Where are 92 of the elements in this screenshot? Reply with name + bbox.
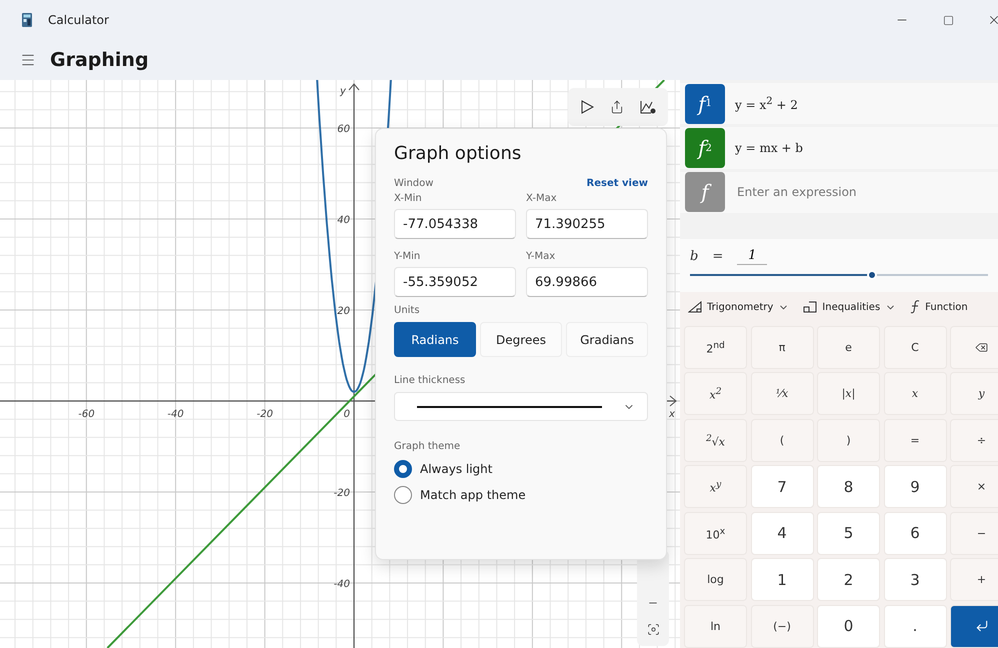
keypad-key[interactable]: x xyxy=(884,372,946,416)
axis-tick-label: 20 xyxy=(337,306,350,317)
keypad-key[interactable]: C xyxy=(884,326,946,369)
keypad-key[interactable]: 7 xyxy=(750,465,814,508)
keypad-key[interactable]: 0 xyxy=(817,604,880,648)
keypad-key[interactable]: ( xyxy=(750,418,814,462)
number-field[interactable]: -77.054338 xyxy=(394,209,516,239)
axis-tick-label: -40 xyxy=(334,578,350,590)
keypad-key[interactable]: − xyxy=(950,512,998,555)
keypad-key[interactable]: x$^{2}$ xyxy=(684,372,747,416)
keypad-key[interactable]: $^{2}$√x xyxy=(684,418,747,462)
radio-button[interactable] xyxy=(394,486,412,504)
share-icon[interactable] xyxy=(610,100,624,114)
keypad-key[interactable]: 1 xyxy=(750,558,814,602)
keypad-key[interactable]: + xyxy=(950,558,998,602)
axis-tick-label: -40 xyxy=(167,409,184,420)
axis-tick-label: -20 xyxy=(256,409,273,420)
maximize-icon[interactable] xyxy=(942,14,954,26)
number-field[interactable]: -55.359052 xyxy=(394,267,516,297)
field-label: Y-Min xyxy=(394,251,422,262)
enter-icon xyxy=(974,619,988,634)
function-expression: y = mx + b xyxy=(735,141,803,156)
axis-tick-label: 40 xyxy=(337,215,350,226)
keypad-key[interactable]: . xyxy=(884,604,946,648)
unit-toggle[interactable]: Degrees xyxy=(480,322,562,357)
keypad-key[interactable]: 2 xyxy=(817,558,880,602)
section-label: Window xyxy=(394,178,434,189)
unit-toggle[interactable]: Gradians xyxy=(566,322,648,357)
variable-slider[interactable] xyxy=(690,269,988,282)
reset-view-link[interactable]: Reset view xyxy=(586,178,648,189)
variable-value-field[interactable]: 1 xyxy=(737,247,768,266)
trace-icon[interactable] xyxy=(580,100,594,114)
axis-tick-label: -20 xyxy=(334,488,350,499)
enter-key[interactable] xyxy=(950,604,998,648)
section-label: Line thickness xyxy=(394,375,466,386)
page-title: Graphing xyxy=(50,49,149,71)
number-field[interactable]: 69.99866 xyxy=(526,267,648,297)
keypad-key[interactable]: |x| xyxy=(817,372,880,416)
keypad-key[interactable]: 3 xyxy=(884,558,946,602)
recenter-icon[interactable] xyxy=(646,623,660,636)
window-title: Calculator xyxy=(48,13,110,27)
function-icon xyxy=(910,300,920,314)
field-label: Y-Max xyxy=(526,251,556,262)
keypad-key[interactable]: = xyxy=(884,418,946,462)
keypad-key[interactable]: 9 xyxy=(884,465,946,508)
keypad-key[interactable]: 8 xyxy=(817,465,880,508)
axis-tick-label: 60 xyxy=(337,124,350,135)
keypad-key[interactable]: π xyxy=(750,326,814,369)
panel-title: Graph options xyxy=(394,143,522,164)
squares-icon xyxy=(803,301,818,314)
keypad-menu-button[interactable]: Function xyxy=(910,300,968,314)
variable-name: b xyxy=(690,248,698,264)
equals-sign: = xyxy=(712,248,724,264)
axis-label: y xyxy=(340,86,346,97)
radio-label: Match app theme xyxy=(420,488,526,502)
axis-label: x xyxy=(669,409,675,420)
line-thickness-dropdown[interactable] xyxy=(394,392,648,421)
slider-thumb[interactable] xyxy=(866,270,877,280)
keypad-key[interactable]: ln xyxy=(684,604,747,648)
axis-tick-label: 0 xyxy=(344,409,350,420)
triangle-ruler-icon xyxy=(688,301,702,314)
calculator-icon xyxy=(22,13,32,27)
number-field[interactable]: 71.390255 xyxy=(526,209,648,239)
expression-input[interactable]: Enter an expression xyxy=(735,184,935,200)
keypad-key[interactable]: 10$^{x}$ xyxy=(684,512,747,555)
section-label: Graph theme xyxy=(394,441,462,452)
keypad-key[interactable]: 4 xyxy=(750,512,814,555)
menu-icon[interactable] xyxy=(20,52,36,68)
keypad-key[interactable]: ) xyxy=(817,418,880,462)
field-label: X-Min xyxy=(394,193,423,204)
backspace-icon xyxy=(975,340,988,354)
keypad-key[interactable]: 5 xyxy=(817,512,880,555)
graph-settings-icon[interactable] xyxy=(640,100,656,114)
keypad-key[interactable]: 6 xyxy=(884,512,946,555)
keypad-menu-button[interactable]: Inequalities xyxy=(803,301,896,314)
radio-button[interactable] xyxy=(394,460,412,478)
keypad-key[interactable]: ⅟x xyxy=(750,372,814,416)
keypad-key[interactable]: log xyxy=(684,558,747,602)
unit-toggle[interactable]: Radians xyxy=(394,322,476,357)
radio-label: Always light xyxy=(420,462,492,476)
keypad-key[interactable]: y xyxy=(950,372,998,416)
keypad-key[interactable]: (−) xyxy=(750,604,814,648)
keypad-key[interactable]: x$^{y}$ xyxy=(684,465,747,508)
section-label: Units xyxy=(394,305,421,316)
keypad-key[interactable]: 2$^{nd}$ xyxy=(684,326,747,369)
keypad-menu-button[interactable]: Trigonometry xyxy=(688,301,790,314)
keypad-key[interactable]: × xyxy=(950,465,998,508)
keypad-key[interactable]: ÷ xyxy=(950,418,998,462)
keypad-key[interactable]: e xyxy=(817,326,880,369)
field-label: X-Max xyxy=(526,193,558,204)
function-expression: y = x$^{2}$ + 2 xyxy=(735,96,798,112)
axis-tick-label: -60 xyxy=(78,409,95,420)
